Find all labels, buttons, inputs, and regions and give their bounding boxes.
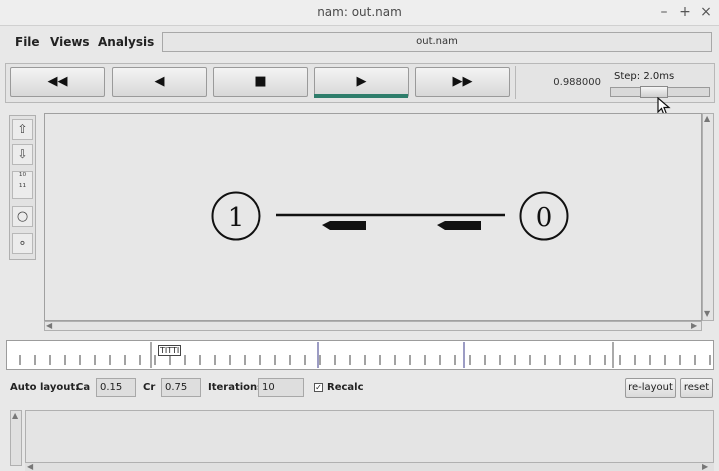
mark-tool-top: ¹⁰ (18, 172, 27, 182)
step-label: Step: 2.0ms (614, 71, 675, 82)
bottom-scroll-right-icon[interactable]: ▶ (702, 463, 708, 471)
network-diagram: 1 0 (211, 191, 569, 241)
circle-small-icon[interactable]: ∘ (12, 233, 33, 254)
annotation-pane[interactable] (25, 410, 714, 466)
packet (322, 221, 366, 230)
window-title: nam: out.nam (317, 5, 402, 19)
step-back-button[interactable]: ◀ (112, 67, 207, 97)
bottom-scroll-left-icon[interactable]: ◀ (27, 463, 33, 471)
timeline-ticks (19, 342, 711, 368)
canvas-vertical-scrollbar[interactable]: ▲ ▼ (702, 113, 714, 321)
minimize-button[interactable]: – (655, 3, 673, 21)
zoom-out-icon[interactable]: ⇩ (12, 144, 33, 165)
scroll-right-icon[interactable]: ▶ (691, 322, 697, 330)
iterations-label: Iterations (208, 382, 264, 393)
stop-button[interactable]: ■ (213, 67, 308, 97)
bottom-vertical-scrollbar[interactable]: ▲ (10, 410, 22, 466)
fast-forward-button[interactable]: ▶▶ (415, 67, 510, 97)
scroll-up-icon[interactable]: ▲ (704, 115, 710, 123)
recalc-checkbox[interactable]: ✓ (314, 383, 323, 392)
canvas-horizontal-scrollbar[interactable]: ◀ ▶ (44, 321, 702, 331)
reset-button[interactable]: reset (680, 378, 713, 398)
node-0-label: 0 (536, 203, 553, 233)
menu-file[interactable]: File (15, 35, 40, 49)
menu-analysis[interactable]: Analysis (98, 35, 154, 49)
node-1-label: 1 (228, 203, 245, 233)
maximize-button[interactable]: + (676, 3, 694, 21)
mark-tool-bottom: ¹¹ (18, 183, 27, 193)
packet (437, 221, 481, 230)
ca-label: Ca (76, 382, 91, 393)
filename-display: out.nam (162, 32, 712, 52)
play-button[interactable]: ▶ (314, 67, 409, 97)
menu-views[interactable]: Views (50, 35, 90, 49)
bottom-horizontal-scrollbar[interactable]: ◀ ▶ (25, 462, 714, 471)
play-active-indicator (314, 94, 408, 98)
mark-tool[interactable]: ¹⁰ ¹¹ (12, 171, 33, 199)
zoom-in-icon[interactable]: ⇧ (12, 119, 33, 140)
close-button[interactable]: × (697, 3, 715, 21)
scroll-left-icon[interactable]: ◀ (46, 322, 52, 330)
current-time: 0.988000 (515, 66, 603, 99)
circle-large-icon[interactable]: ○ (12, 206, 33, 227)
timeline-marker-label: TITTI (158, 345, 182, 356)
cr-label: Cr (143, 382, 156, 393)
autolayout-label: Auto layout: (10, 382, 80, 393)
relayout-button[interactable]: re-layout (625, 378, 676, 398)
scroll-down-icon[interactable]: ▼ (704, 310, 710, 318)
bottom-scroll-up-icon[interactable]: ▲ (12, 412, 18, 420)
cr-input[interactable]: 0.75 (161, 378, 201, 397)
recalc-label: Recalc (327, 382, 364, 393)
ca-input[interactable]: 0.15 (96, 378, 136, 397)
rewind-button[interactable]: ◀◀ (10, 67, 105, 97)
iterations-input[interactable]: 10 (258, 378, 304, 397)
